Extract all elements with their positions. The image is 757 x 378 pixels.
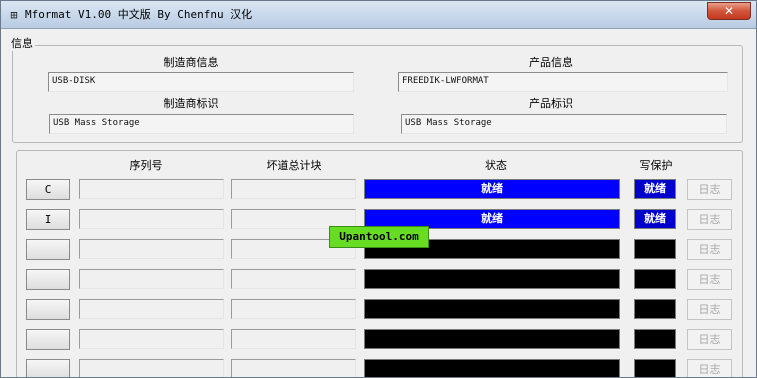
drive-button[interactable]: C <box>26 179 70 200</box>
bad-blocks-field <box>231 359 356 377</box>
status-bar <box>364 329 620 349</box>
manufacturer-id-field: USB Mass Storage <box>49 114 354 134</box>
bad-blocks-field <box>231 329 356 349</box>
drive-row: 日志 <box>1 299 756 321</box>
log-button[interactable]: 日志 <box>687 299 732 320</box>
product-info-field: FREEDIK-LWFORMAT <box>398 72 728 92</box>
status-bar <box>364 299 620 319</box>
serial-field <box>79 269 224 289</box>
close-button[interactable]: ✕ <box>707 2 751 20</box>
title-bar[interactable]: ⊞ Mformat V1.00 中文版 By Chenfnu 汉化 ✕ <box>1 1 756 29</box>
write-protect-indicator <box>634 269 676 289</box>
log-button[interactable]: 日志 <box>687 359 732 377</box>
write-protect-indicator <box>634 239 676 259</box>
write-protect-indicator: 就绪 <box>634 179 676 199</box>
product-id-label: 产品标识 <box>529 97 573 110</box>
drive-button[interactable] <box>26 269 70 290</box>
bad-blocks-field <box>231 299 356 319</box>
write-protect-indicator: 就绪 <box>634 209 676 229</box>
log-button[interactable]: 日志 <box>687 179 732 200</box>
write-protect-indicator <box>634 329 676 349</box>
header-status: 状态 <box>485 159 507 172</box>
drive-row: 日志 <box>1 269 756 291</box>
write-protect-indicator <box>634 359 676 377</box>
drive-row: C 就绪 就绪 日志 <box>1 179 756 201</box>
product-info-label: 产品信息 <box>529 56 573 69</box>
header-bad-blocks: 坏道总计块 <box>266 159 322 172</box>
drive-button[interactable] <box>26 299 70 320</box>
serial-field <box>79 329 224 349</box>
serial-field <box>79 299 224 319</box>
manufacturer-info-label: 制造商信息 <box>163 56 219 69</box>
close-icon: ✕ <box>723 4 735 18</box>
bad-blocks-field <box>231 269 356 289</box>
drive-button[interactable] <box>26 329 70 350</box>
window-title: Mformat V1.00 中文版 By Chenfnu 汉化 <box>25 8 253 21</box>
drive-button[interactable] <box>26 239 70 260</box>
serial-field <box>79 239 224 259</box>
bad-blocks-field <box>231 179 356 199</box>
product-id-field: USB Mass Storage <box>401 114 727 134</box>
manufacturer-id-label: 制造商标识 <box>163 97 219 110</box>
drive-row: 日志 <box>1 359 756 377</box>
log-button[interactable]: 日志 <box>687 209 732 230</box>
info-group-label: 信息 <box>9 37 35 51</box>
serial-field <box>79 209 224 229</box>
header-serial: 序列号 <box>129 159 163 172</box>
log-button[interactable]: 日志 <box>687 329 732 350</box>
status-bar: 就绪 <box>364 179 620 199</box>
status-bar <box>364 269 620 289</box>
mformat-window: ⊞ Mformat V1.00 中文版 By Chenfnu 汉化 ✕ 信息 制… <box>0 0 757 378</box>
log-button[interactable]: 日志 <box>687 239 732 260</box>
write-protect-indicator <box>634 299 676 319</box>
drive-button[interactable]: I <box>26 209 70 230</box>
serial-field <box>79 179 224 199</box>
status-bar <box>364 359 620 377</box>
header-write-protect: 写保护 <box>639 159 673 172</box>
watermark-label: Upantool.com <box>329 226 429 248</box>
log-button[interactable]: 日志 <box>687 269 732 290</box>
serial-field <box>79 359 224 377</box>
drive-button[interactable] <box>26 359 70 377</box>
manufacturer-info-field: USB-DISK <box>48 72 354 92</box>
drive-row: 日志 <box>1 329 756 351</box>
app-icon: ⊞ <box>10 8 18 22</box>
